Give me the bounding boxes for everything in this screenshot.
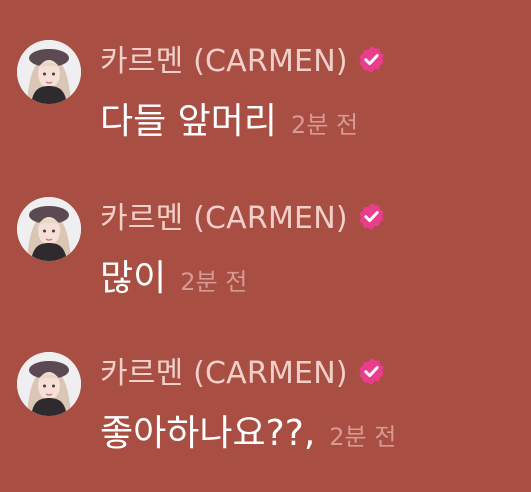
author-row: 카르멘 (CARMEN) xyxy=(100,193,387,237)
avatar-image xyxy=(17,352,81,416)
avatar[interactable] xyxy=(17,352,81,416)
author-name[interactable]: 카르멘 (CARMEN) xyxy=(100,36,348,80)
author-row: 카르멘 (CARMEN) xyxy=(100,348,387,392)
message-timestamp: 2분 전 xyxy=(180,268,248,296)
chat-message: 카르멘 (CARMEN) 좋아하나요??, 2분 전 xyxy=(0,350,531,480)
verified-badge-icon xyxy=(356,44,387,75)
avatar[interactable] xyxy=(17,197,81,261)
author-name[interactable]: 카르멘 (CARMEN) xyxy=(100,193,348,237)
message-timestamp: 2분 전 xyxy=(291,111,359,139)
author-name[interactable]: 카르멘 (CARMEN) xyxy=(100,348,348,392)
chat-message: 카르멘 (CARMEN) 다들 앞머리 2분 전 xyxy=(0,38,531,168)
message-body: 많이 2분 전 xyxy=(100,253,247,305)
avatar-image xyxy=(17,40,81,104)
message-text: 많이 xyxy=(100,258,167,299)
verified-badge-icon xyxy=(356,356,387,387)
author-row: 카르멘 (CARMEN) xyxy=(100,36,387,80)
message-body: 다들 앞머리 2분 전 xyxy=(100,96,358,148)
chat-message-list: 카르멘 (CARMEN) 다들 앞머리 2분 전 카르멘 (CARMEN) 많이… xyxy=(0,0,531,492)
message-timestamp: 2분 전 xyxy=(329,423,397,451)
chat-message: 카르멘 (CARMEN) 많이 2분 전 xyxy=(0,195,531,325)
verified-badge-icon xyxy=(356,201,387,232)
message-body: 좋아하나요??, 2분 전 xyxy=(100,408,396,460)
avatar[interactable] xyxy=(17,40,81,104)
message-text: 다들 앞머리 xyxy=(100,101,278,142)
avatar-image xyxy=(17,197,81,261)
message-text: 좋아하나요??, xyxy=(100,413,316,454)
